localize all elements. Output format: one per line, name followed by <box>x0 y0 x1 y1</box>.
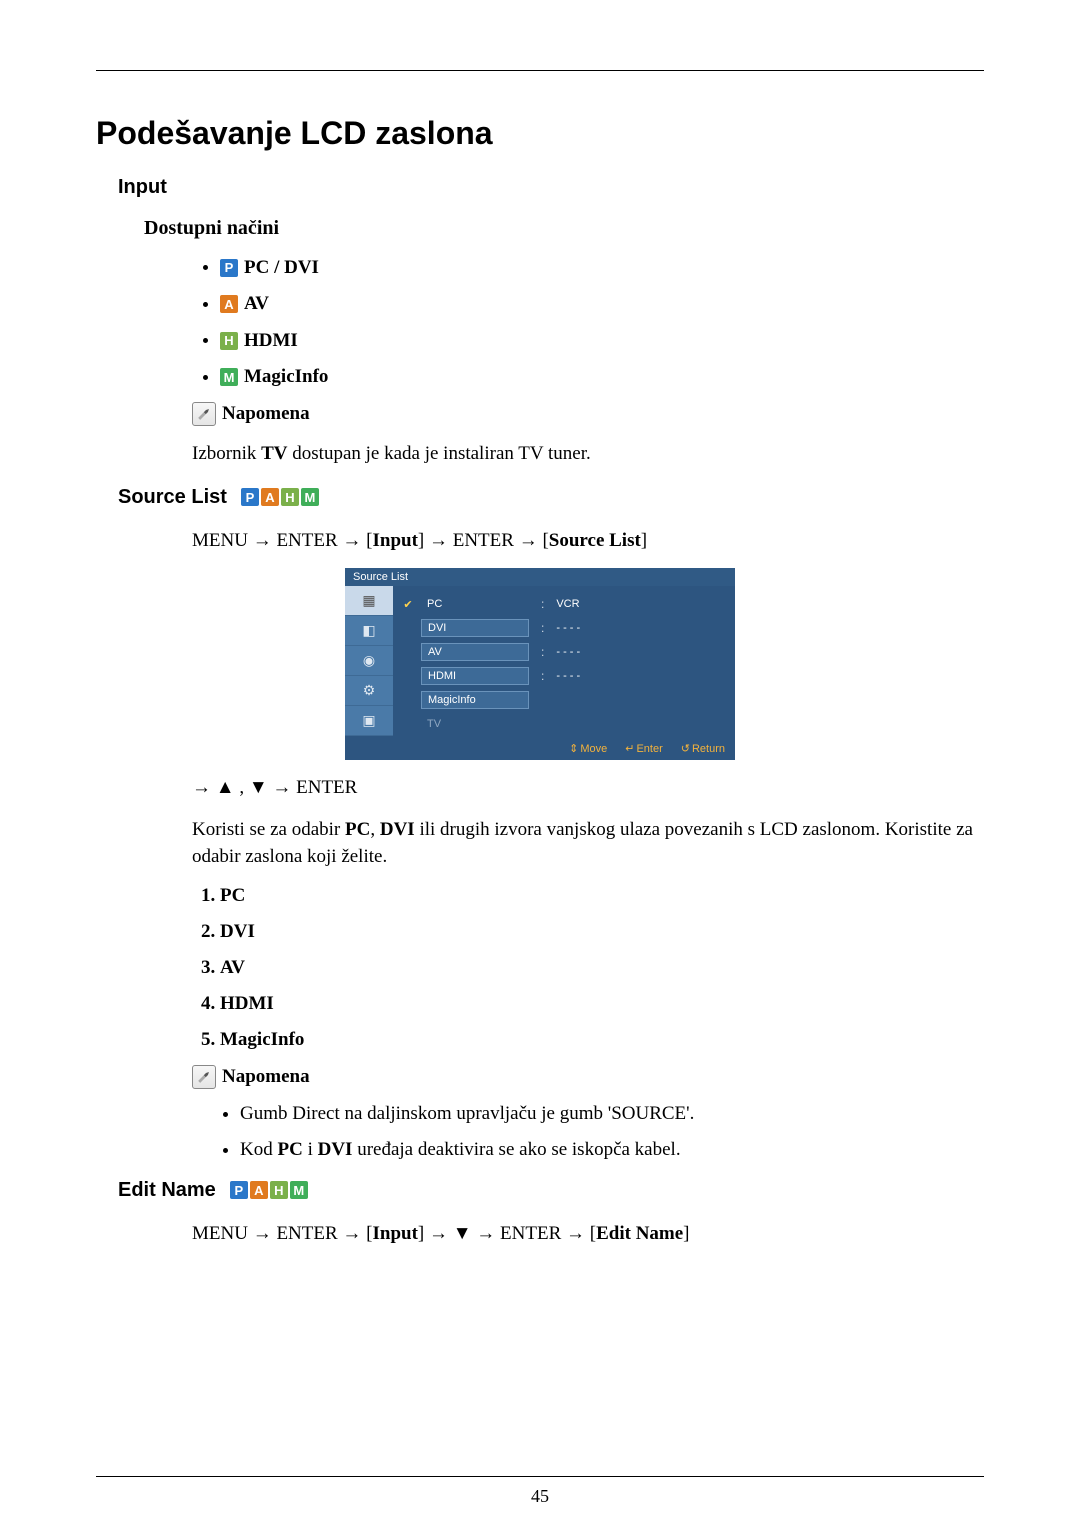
check-icon <box>401 621 415 635</box>
mode-label: AV <box>244 293 269 315</box>
check-icon <box>401 597 415 611</box>
badge-group: P A H M <box>230 1181 308 1199</box>
enter-icon: ↵ <box>625 743 634 755</box>
osd-side-item: ⚙ <box>345 676 393 706</box>
note-icon <box>192 402 216 426</box>
up-arrow-icon <box>216 777 235 798</box>
osd-sidebar: ▦ ◧ ◉ ⚙ ▣ <box>345 586 393 736</box>
badge-group: P A H M <box>241 488 319 506</box>
list-item: AV <box>220 957 984 979</box>
list-item: HDMI <box>220 993 984 1015</box>
top-rule <box>96 70 984 71</box>
h-icon: H <box>281 488 299 506</box>
a-icon: A <box>261 488 279 506</box>
notes-list: Gumb Direct na daljinskom upravljaču je … <box>192 1103 984 1161</box>
note-heading: Napomena <box>192 1065 984 1089</box>
list-item: Gumb Direct na daljinskom upravljaču je … <box>240 1103 984 1125</box>
m-icon: M <box>290 1181 308 1199</box>
check-icon <box>401 693 415 707</box>
check-icon <box>401 669 415 683</box>
modes-list: P PC / DVI A AV H HDMI M MagicInfo <box>192 256 984 388</box>
osd-row: MagicInfo <box>401 688 727 712</box>
list-item: DVI <box>220 921 984 943</box>
mode-label: HDMI <box>244 330 298 352</box>
osd-row: HDMI : - - - - <box>401 664 727 688</box>
osd-row: DVI : - - - - <box>401 616 727 640</box>
mode-label: MagicInfo <box>244 366 328 388</box>
list-item: PC <box>220 885 984 907</box>
down-arrow-icon <box>249 777 268 798</box>
list-item: Kod PC i DVI uređaja deaktivira se ako s… <box>240 1139 984 1161</box>
m-icon: M <box>220 368 238 386</box>
osd-row: TV <box>401 712 727 736</box>
osd-row: PC : VCR <box>401 592 727 616</box>
osd-footer: ⇕Move ↵Enter ↺Return <box>345 736 735 760</box>
p-icon: P <box>220 259 238 277</box>
modes-heading: Dostupni načini <box>144 217 984 240</box>
osd-row: AV : - - - - <box>401 640 727 664</box>
osd-side-item: ▣ <box>345 706 393 736</box>
mode-label: PC / DVI <box>244 257 319 279</box>
check-icon <box>401 645 415 659</box>
p-icon: P <box>230 1181 248 1199</box>
source-ordered-list: PC DVI AV HDMI MagicInfo <box>192 885 984 1051</box>
osd-screenshot: Source List ▦ ◧ ◉ ⚙ ▣ PC : VCR <box>96 568 984 760</box>
page-title: Podešavanje LCD zaslona <box>96 115 984 152</box>
osd-side-item: ◧ <box>345 616 393 646</box>
return-icon: ↺ <box>681 743 690 755</box>
mode-item: A AV <box>220 293 984 316</box>
osd-title: Source List <box>345 568 735 586</box>
osd-side-item: ▦ <box>345 586 393 616</box>
osd-main: PC : VCR DVI : - - - - AV : - - - <box>393 586 735 736</box>
a-icon: A <box>250 1181 268 1199</box>
page-number: 45 <box>0 1486 1080 1507</box>
section-heading-edit: Edit Name P A H M <box>118 1179 984 1202</box>
menu-path-edit: MENU → ENTER → [Input] → ▼ → ENTER → [Ed… <box>192 1220 984 1248</box>
move-icon: ⇕ <box>569 743 578 755</box>
mode-item: H HDMI <box>220 329 984 352</box>
check-icon <box>401 717 415 731</box>
p-icon: P <box>241 488 259 506</box>
mode-item: P PC / DVI <box>220 256 984 279</box>
note-heading: Napomena <box>192 402 984 426</box>
nav-hint: → , → ENTER <box>192 774 984 802</box>
bottom-rule <box>96 1476 984 1477</box>
source-description: Koristi se za odabir PC, DVI ili drugih … <box>192 816 984 871</box>
section-heading-input: Input <box>118 176 984 199</box>
mode-item: M MagicInfo <box>220 366 984 389</box>
h-icon: H <box>220 332 238 350</box>
h-icon: H <box>270 1181 288 1199</box>
a-icon: A <box>220 295 238 313</box>
section-heading-source: Source List P A H M <box>118 486 984 509</box>
list-item: MagicInfo <box>220 1029 984 1051</box>
menu-path-source: MENU → ENTER → [Input] → ENTER → [Source… <box>192 527 984 555</box>
note-icon <box>192 1065 216 1089</box>
m-icon: M <box>301 488 319 506</box>
note-text: Izbornik TV dostupan je kada je instalir… <box>192 440 984 468</box>
osd-side-item: ◉ <box>345 646 393 676</box>
